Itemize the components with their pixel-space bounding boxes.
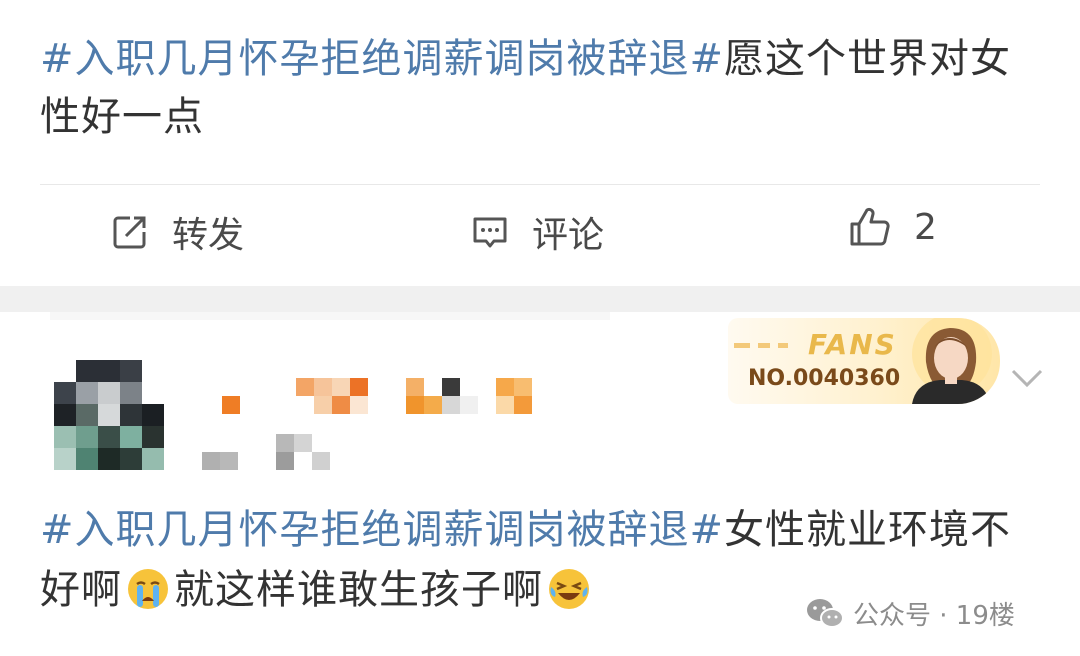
laughing-tears-icon — [549, 569, 589, 609]
comment-label: 评论 — [532, 215, 605, 256]
avatar[interactable] — [54, 360, 166, 472]
hashtag-link[interactable]: #入职几月怀孕拒绝调薪调岗被辞退# — [40, 507, 724, 553]
post-text: #入职几月怀孕拒绝调薪调岗被辞退#愿这个世界对女性好一点 — [40, 30, 1020, 146]
action-bar: 转发 评论 2 — [0, 200, 1080, 266]
comment-icon — [473, 217, 507, 248]
username[interactable] — [200, 378, 560, 478]
wechat-icon — [807, 598, 844, 628]
fans-label: FANS — [808, 328, 897, 361]
section-separator — [0, 286, 1080, 320]
chevron-down-icon[interactable] — [1010, 366, 1044, 390]
watermark: 公众号 · 19楼 — [805, 595, 1015, 632]
hashtag-link[interactable]: #入职几月怀孕拒绝调薪调岗被辞退# — [40, 36, 724, 82]
idol-portrait-icon — [912, 318, 992, 404]
fans-number: NO.0040360 — [748, 366, 901, 391]
divider — [40, 184, 1040, 185]
like-button[interactable]: 2 — [848, 206, 937, 248]
watermark-text: 公众号 · 19楼 — [853, 601, 1015, 631]
repost-button[interactable]: 转发 — [110, 206, 244, 258]
comment-body-2: 就这样谁敢生孩子啊 — [174, 567, 543, 613]
badge-stripes-icon — [734, 343, 788, 348]
repost-label: 转发 — [172, 215, 245, 256]
crying-face-icon — [128, 569, 168, 609]
repost-icon — [113, 216, 146, 249]
like-count: 2 — [914, 206, 937, 248]
fans-badge[interactable]: FANS NO.0040360 — [728, 318, 1000, 404]
comment-button[interactable]: 评论 — [470, 206, 604, 258]
thumbs-up-icon — [850, 207, 890, 246]
